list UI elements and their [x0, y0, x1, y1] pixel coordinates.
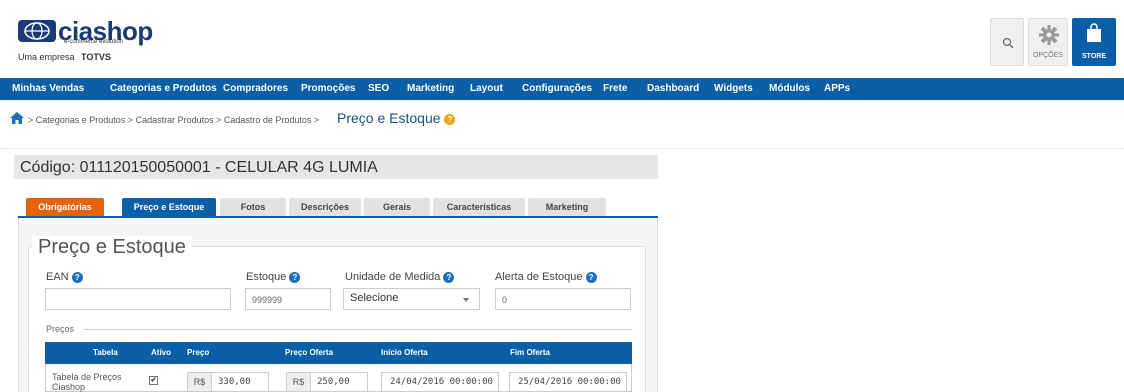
- ean-help-icon[interactable]: ?: [71, 271, 83, 283]
- options-button[interactable]: OPÇÕES: [1028, 18, 1068, 66]
- ean-label: EAN ?: [46, 271, 83, 283]
- nav-marketing[interactable]: Marketing: [407, 78, 454, 100]
- currency-prefix: R$: [287, 373, 311, 391]
- nav-layout[interactable]: Layout: [470, 78, 503, 100]
- tab-gerais[interactable]: Gerais: [364, 198, 430, 216]
- alerta-label-text: Alerta de Estoque: [495, 271, 583, 283]
- ean-input[interactable]: [45, 288, 231, 310]
- ativo-checkbox[interactable]: ✔: [149, 376, 158, 385]
- preco-oferta-input[interactable]: R$ 250,00: [286, 372, 368, 392]
- th-preco-oferta: Preço Oferta: [285, 348, 334, 357]
- totvs-label: TOTVS: [81, 52, 111, 62]
- tab-fotos[interactable]: Fotos: [220, 198, 286, 216]
- product-code: Código: 011120150050001 - CELULAR 4G LUM…: [20, 159, 378, 176]
- logo-sub-prefix: Uma empresa: [18, 52, 75, 62]
- globe-logo-icon: [18, 20, 56, 42]
- home-icon[interactable]: [10, 112, 24, 124]
- gear-icon: [1039, 25, 1059, 45]
- unidade-label: Unidade de Medida ?: [345, 271, 455, 283]
- nav-configuracoes[interactable]: Configurações: [522, 78, 592, 100]
- nav-seo[interactable]: SEO: [368, 78, 389, 100]
- page-title: Preço e Estoque ?: [337, 110, 456, 126]
- tab-preco-estoque[interactable]: Preço e Estoque: [122, 198, 216, 216]
- precos-divider: [84, 329, 632, 330]
- alerta-input[interactable]: 0: [495, 288, 631, 310]
- nav-apps[interactable]: APPs: [824, 78, 850, 100]
- product-code-bar: Código: 011120150050001 - CELULAR 4G LUM…: [14, 155, 658, 179]
- table-row: Tabela de Preços Ciashop ✔ R$ 330,00 R$ …: [45, 364, 632, 392]
- estoque-input[interactable]: 999999: [245, 288, 331, 310]
- tab-caracteristicas[interactable]: Características: [433, 198, 525, 216]
- estoque-label: Estoque ?: [246, 271, 301, 283]
- inicio-oferta-input[interactable]: 24/04/2016 00:00:00: [381, 372, 499, 392]
- ean-label-text: EAN: [46, 271, 69, 283]
- chevron-down-icon: [463, 298, 469, 302]
- shopping-bag-icon: [1087, 23, 1101, 42]
- logo-subline: Uma empresa TOTVS: [18, 52, 111, 62]
- th-preco: Preço: [187, 348, 210, 357]
- nav-modulos[interactable]: Módulos: [769, 78, 810, 100]
- fieldset-legend: Preço e Estoque: [32, 236, 192, 259]
- tab-marketing[interactable]: Marketing: [528, 198, 606, 216]
- precos-table-header: Tabela Ativo Preço Preço Oferta Início O…: [45, 342, 632, 364]
- fim-oferta-input[interactable]: 25/04/2016 00:00:00: [509, 372, 627, 392]
- alerta-help-icon[interactable]: ?: [585, 271, 597, 283]
- th-inicio-oferta: Início Oferta: [381, 348, 428, 357]
- preco-value: 330,00: [218, 377, 251, 387]
- nav-minhas-vendas[interactable]: Minhas Vendas: [12, 78, 84, 100]
- nav-compradores[interactable]: Compradores: [223, 78, 288, 100]
- unidade-select[interactable]: Selecione: [343, 288, 480, 310]
- breadcrumb-path[interactable]: > Categorias e Produtos > Cadastrar Prod…: [28, 115, 319, 125]
- header: ciashop e-commerce evolution Uma empresa…: [0, 0, 1124, 72]
- estoque-help-icon[interactable]: ?: [289, 271, 301, 283]
- nav-promocoes[interactable]: Promoções: [301, 78, 355, 100]
- logo-tagline: e-commerce evolution: [64, 39, 124, 45]
- preco-input[interactable]: R$ 330,00: [187, 372, 269, 392]
- th-fim-oferta: Fim Oferta: [510, 348, 551, 357]
- th-tabela: Tabela: [93, 348, 118, 357]
- store-label: STORE: [1082, 53, 1106, 60]
- store-button[interactable]: STORE: [1072, 18, 1116, 66]
- th-ativo: Ativo: [151, 348, 171, 357]
- unidade-help-icon[interactable]: ?: [443, 271, 455, 283]
- preco-oferta-value: 250,00: [317, 377, 350, 387]
- nav-frete[interactable]: Frete: [603, 78, 627, 100]
- tab-descricoes[interactable]: Descrições: [289, 198, 361, 216]
- nav-dashboard[interactable]: Dashboard: [647, 78, 699, 100]
- unidade-select-value: Selecione: [350, 292, 399, 304]
- page-title-text: Preço e Estoque: [337, 110, 441, 126]
- nav-widgets[interactable]: Widgets: [714, 78, 753, 100]
- tab-obrigatorias[interactable]: Obrigatórias: [26, 198, 104, 216]
- search-button[interactable]: [990, 18, 1024, 66]
- divider: [0, 148, 1124, 149]
- search-icon: [1002, 37, 1014, 49]
- main-nav: Minhas Vendas Categorias e Produtos Comp…: [0, 78, 1124, 100]
- precos-label: Preços: [46, 324, 75, 334]
- unidade-label-text: Unidade de Medida: [345, 271, 441, 283]
- help-icon[interactable]: ?: [444, 113, 456, 125]
- currency-prefix: R$: [188, 373, 212, 391]
- estoque-label-text: Estoque: [246, 271, 287, 283]
- tabela-name: Tabela de Preços Ciashop: [52, 372, 122, 392]
- nav-categorias-produtos[interactable]: Categorias e Produtos: [110, 78, 217, 100]
- options-label: OPÇÕES: [1033, 52, 1063, 59]
- ciashop-logo[interactable]: ciashop e-commerce evolution Uma empresa…: [18, 16, 178, 62]
- alerta-label: Alerta de Estoque ?: [495, 271, 597, 283]
